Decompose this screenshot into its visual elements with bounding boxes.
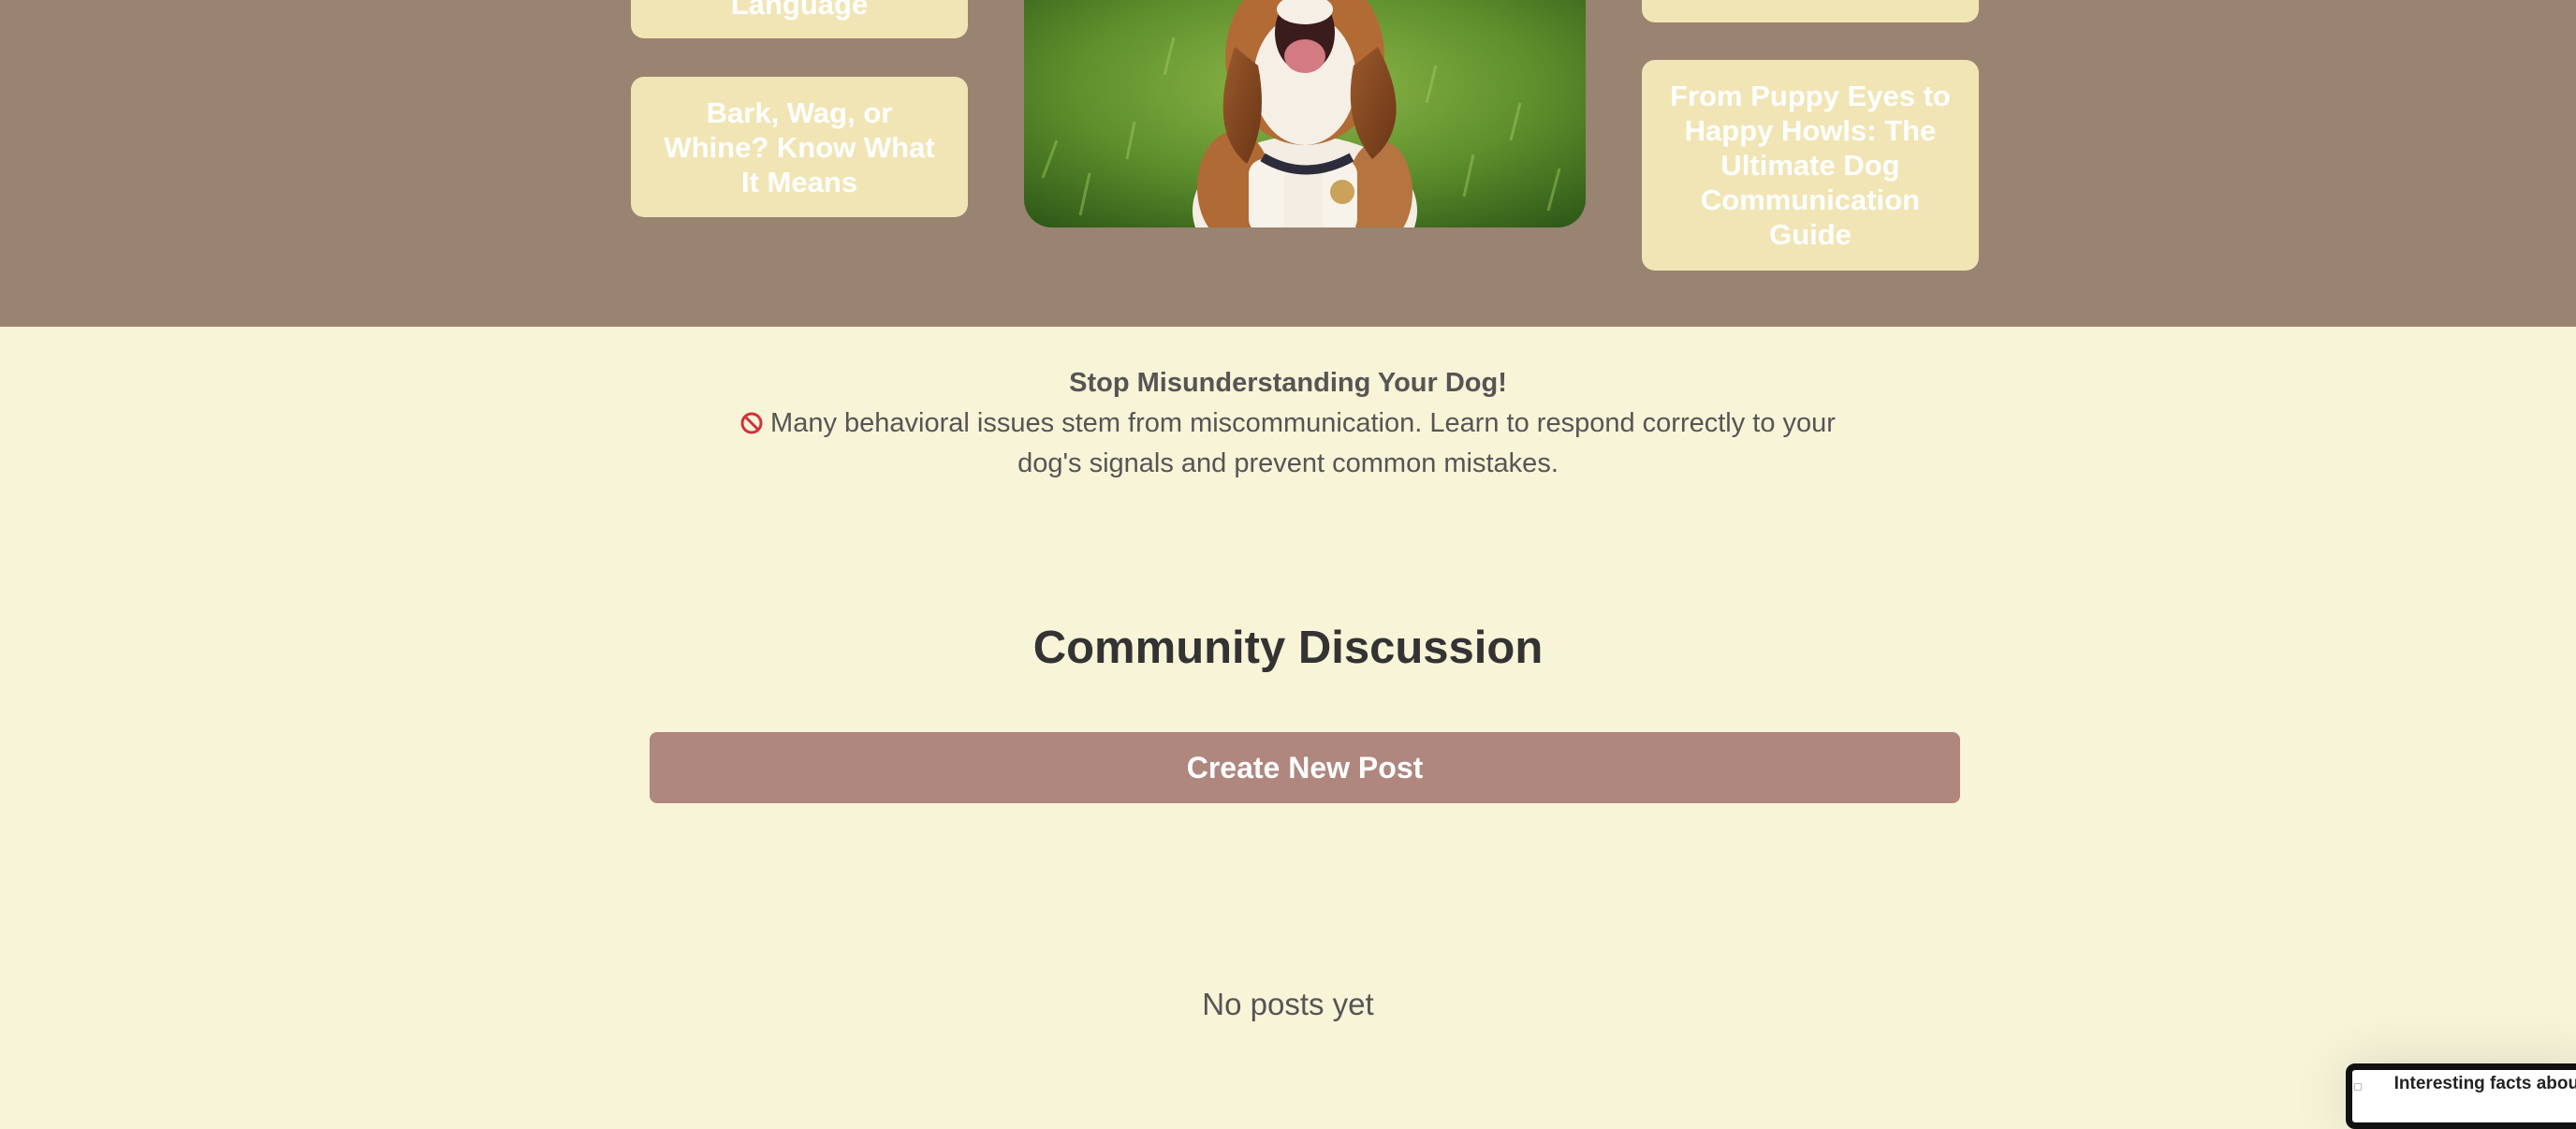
- facts-widget-label: Interesting facts about Facts: [2393, 1074, 2576, 1093]
- hero-section: Language Bark, Wag, or Whine? Know What …: [0, 0, 2576, 327]
- article-card-language[interactable]: Language: [631, 0, 968, 38]
- facts-widget[interactable]: Interesting facts about Facts: [2346, 1063, 2576, 1129]
- no-entry-icon: [740, 412, 763, 434]
- create-new-post-button[interactable]: Create New Post: [650, 732, 1960, 803]
- empty-posts-message: No posts yet: [1202, 987, 1374, 1021]
- article-card-title: Language: [730, 0, 869, 21]
- article-card-title: From Puppy Eyes to Happy Howls: The Ulti…: [1670, 80, 1951, 251]
- widget-handle-icon: [2354, 1083, 2362, 1091]
- notice-body-wrap: Many behavioral issues stem from miscomm…: [726, 403, 1850, 484]
- beagle-howling-photo: [1024, 0, 1586, 227]
- community-discussion-heading: Community Discussion: [1032, 623, 1544, 673]
- notice-title: Stop Misunderstanding Your Dog!: [1069, 368, 1507, 398]
- warning-notice: Stop Misunderstanding Your Dog! Many beh…: [726, 363, 1850, 484]
- article-card-top-right[interactable]: [1642, 0, 1979, 22]
- notice-body: Many behavioral issues stem from miscomm…: [770, 408, 1836, 478]
- article-card-title: Bark, Wag, or Whine? Know What It Means: [664, 95, 935, 198]
- article-card-bark-wag-whine[interactable]: Bark, Wag, or Whine? Know What It Means: [631, 77, 968, 217]
- article-card-puppy-eyes[interactable]: From Puppy Eyes to Happy Howls: The Ulti…: [1642, 60, 1979, 271]
